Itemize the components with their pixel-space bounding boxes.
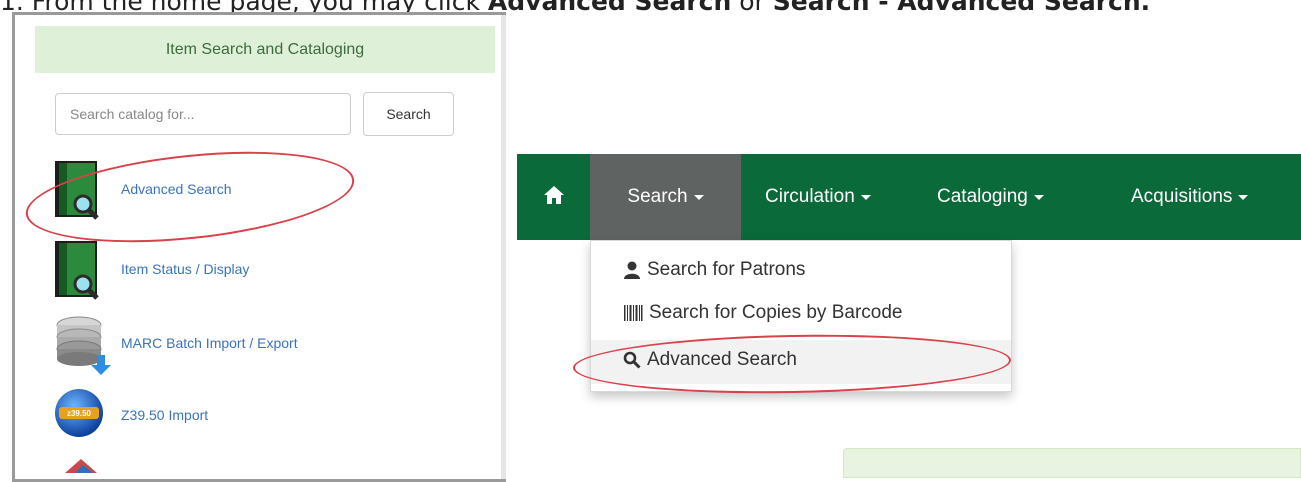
home-button[interactable] [517,154,590,240]
chevron-down-icon [693,194,704,200]
nav-acquisitions-label: Acquisitions [1131,186,1233,207]
catalog-search-input[interactable]: Search catalog for... [55,93,351,135]
nav-search-label: Search [627,186,688,207]
z3950-globe-icon: z39.50 [53,385,113,445]
catalog-search-button[interactable]: Search [363,92,454,136]
top-navbar: Search Circulation Cataloging Acquisitio… [517,154,1301,240]
barcode-icon [623,304,643,322]
dropdown-item-label: Search for Copies by Barcode [649,302,903,323]
menu-item-label: Z39.50 Import [121,407,209,423]
nav-cataloging-label: Cataloging [937,186,1028,207]
database-download-icon [53,313,113,375]
dropdown-item-label: Search for Patrons [647,259,806,280]
nav-cataloging[interactable]: Cataloging [937,154,1044,240]
chevron-down-icon [1238,194,1249,200]
nav-circulation-label: Circulation [765,186,855,207]
dropdown-item-search-patrons[interactable]: Search for Patrons [623,259,805,281]
menu-item-z3950[interactable]: z39.50 Z39.50 Import [53,385,208,445]
nav-acquisitions[interactable]: Acquisitions [1131,154,1249,240]
item-search-panel: Item Search and Cataloging Search catalo… [12,12,506,482]
menu-item-label: MARC Batch Import / Export [121,335,298,351]
panel-header: Item Search and Cataloging [35,26,495,73]
dropdown-item-search-copies[interactable]: Search for Copies by Barcode [623,302,902,324]
menu-item-label: Item Status / Display [121,261,250,277]
menu-item-item-status[interactable]: Item Status / Display [53,239,250,300]
chevron-down-icon [1033,194,1044,200]
z3950-badge-text: z39.50 [67,409,92,418]
caption-link-search-advanced: Search - Advanced Search. [772,0,1151,16]
book-magnifier-icon [53,239,113,300]
menu-item-marc-batch[interactable]: MARC Batch Import / Export [53,313,298,375]
green-panel-top [843,448,1301,478]
nav-search[interactable]: Search [590,154,741,240]
caption-middle: or [731,0,773,16]
nav-circulation[interactable]: Circulation [765,154,871,240]
user-icon [623,261,641,279]
caption-link-advanced-search: Advanced Search [487,0,732,16]
chevron-down-icon [860,194,871,200]
home-icon [543,185,565,210]
